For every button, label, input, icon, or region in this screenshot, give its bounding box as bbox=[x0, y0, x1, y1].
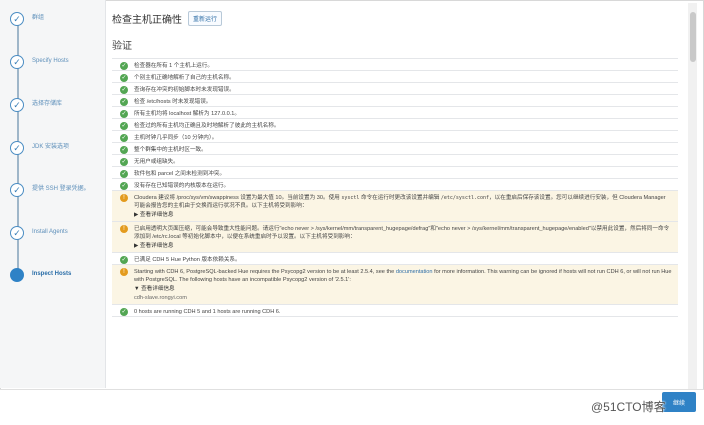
view-details-toggle[interactable]: ▶ 查看详细信息 bbox=[134, 211, 672, 219]
warning-row-psycopg2: ! Starting with CDH 6, PostgreSQL-backed… bbox=[112, 265, 678, 305]
warning-text-part: Starting with CDH 6, PostgreSQL-backed H… bbox=[134, 268, 395, 275]
success-check-icon: ✓ bbox=[120, 110, 128, 118]
check-text: 软件包和 parcel 之间未检测到冲突。 bbox=[134, 170, 226, 177]
step-label: Install Agents bbox=[32, 229, 68, 235]
step-inspect-hosts[interactable]: Inspect Hosts bbox=[10, 268, 104, 282]
check-row: ✓ 整个群集中的主机时区一致。 bbox=[112, 143, 678, 155]
step-install-agents[interactable]: ✓ Install Agents bbox=[10, 226, 104, 240]
check-icon: ✓ bbox=[10, 183, 24, 197]
check-icon: ✓ bbox=[10, 141, 24, 155]
documentation-link[interactable]: documentation bbox=[396, 269, 433, 275]
success-check-icon: ✓ bbox=[120, 62, 128, 70]
wizard-sidebar: ✓ 群组 ✓ Specify Hosts ✓ 选择存储库 ✓ JDK 安装选项 … bbox=[0, 0, 106, 388]
check-row: ✓ 已满足 CDH 5 Hue Python 版本依赖关系。 bbox=[112, 253, 678, 265]
scrollbar-thumb[interactable] bbox=[690, 12, 696, 62]
check-text: 检查 /etc/hosts 时未发现错误。 bbox=[134, 98, 212, 105]
step-cluster[interactable]: ✓ 群组 bbox=[10, 12, 104, 26]
check-text: 所有主机均将 localhost 解析为 127.0.0.1。 bbox=[134, 110, 241, 117]
check-text: 0 hosts are running CDH 5 and 1 hosts ar… bbox=[134, 308, 281, 315]
check-row: ✓ 所有主机均将 localhost 解析为 127.0.0.1。 bbox=[112, 107, 678, 119]
check-icon: ✓ bbox=[10, 98, 24, 112]
step-label: Inspect Hosts bbox=[32, 271, 72, 277]
check-text: 已满足 CDH 5 Hue Python 版本依赖关系。 bbox=[134, 256, 241, 263]
check-row: ✓ 0 hosts are running CDH 5 and 1 hosts a… bbox=[112, 305, 678, 317]
watermark: @51CTO博客 bbox=[591, 400, 666, 414]
warning-icon: ! bbox=[120, 268, 128, 276]
code-snippet: /etc/sysctl.conf bbox=[440, 194, 490, 201]
check-text: 检查过的所有主机均正确且及时地解析了彼此的主机名称。 bbox=[134, 122, 280, 129]
check-row: ✓ 检查 /etc/hosts 时未发现错误。 bbox=[112, 95, 678, 107]
validation-list: ✓ 检查器在所有 1 个主机上运行。 ✓ 个别主机正确地解析了自己的主机名称。 ✓ 查… bbox=[112, 58, 678, 317]
success-check-icon: ✓ bbox=[120, 256, 128, 264]
check-text: 整个群集中的主机时区一致。 bbox=[134, 146, 207, 153]
check-row: ✓ 查询存在冲突的初始脚本时未发现错误。 bbox=[112, 83, 678, 95]
check-row: ✓ 没有存在已知错误的内核版本在运行。 bbox=[112, 179, 678, 191]
warning-row-transparent-hugepage: ! 已启用透明大页面压缩，可能会导致重大性能问题。请运行"echo never … bbox=[112, 222, 678, 253]
check-text: 个别主机正确地解析了自己的主机名称。 bbox=[134, 74, 235, 81]
success-check-icon: ✓ bbox=[120, 182, 128, 190]
warning-icon: ! bbox=[120, 194, 128, 202]
step-label: JDK 安装选项 bbox=[32, 144, 70, 150]
check-row: ✓ 主机时钟几乎同步（10 分钟内）。 bbox=[112, 131, 678, 143]
success-check-icon: ✓ bbox=[120, 74, 128, 82]
warning-text-part: Cloudera 建议将 /proc/sys/vm/swappiness 设置为… bbox=[134, 194, 340, 201]
success-check-icon: ✓ bbox=[120, 86, 128, 94]
check-text: 检查器在所有 1 个主机上运行。 bbox=[134, 62, 213, 69]
check-text: 查询存在冲突的初始脚本时未发现错误。 bbox=[134, 86, 235, 93]
continue-button[interactable]: 继续 bbox=[662, 392, 696, 412]
section-title: 验证 bbox=[112, 41, 132, 52]
step-jdk-options[interactable]: ✓ JDK 安装选项 bbox=[10, 141, 104, 155]
step-select-repository[interactable]: ✓ 选择存储库 bbox=[10, 98, 104, 112]
check-row: ✓ 软件包和 parcel 之间未检测到冲突。 bbox=[112, 167, 678, 179]
warning-icon: ! bbox=[120, 225, 128, 233]
step-specify-hosts[interactable]: ✓ Specify Hosts bbox=[10, 55, 104, 69]
rerun-button[interactable]: 重新运行 bbox=[188, 10, 223, 26]
step-label: 群组 bbox=[32, 15, 45, 21]
success-check-icon: ✓ bbox=[120, 170, 128, 178]
success-check-icon: ✓ bbox=[120, 98, 128, 106]
check-icon: ✓ bbox=[10, 55, 24, 69]
check-row: ✓ 无用户或组缺失。 bbox=[112, 155, 678, 167]
check-row: ✓ 检查器在所有 1 个主机上运行。 bbox=[112, 59, 678, 71]
code-snippet: sysctl bbox=[341, 194, 360, 201]
check-text: 主机时钟几乎同步（10 分钟内）。 bbox=[134, 134, 218, 141]
success-check-icon: ✓ bbox=[120, 122, 128, 130]
check-text: 没有存在已知错误的内核版本在运行。 bbox=[134, 182, 230, 189]
warning-text-part: 已启用透明大页面压缩，可能会导致重大性能问题。请运行"echo never > … bbox=[134, 225, 670, 240]
success-check-icon: ✓ bbox=[120, 308, 128, 316]
current-step-icon bbox=[10, 268, 24, 282]
step-ssh-credentials[interactable]: ✓ 提供 SSH 登录凭据。 bbox=[10, 183, 104, 197]
step-label: 提供 SSH 登录凭据。 bbox=[32, 186, 90, 192]
warning-text: 已启用透明大页面压缩，可能会导致重大性能问题。请运行"echo never > … bbox=[134, 225, 672, 250]
warning-row-swappiness: ! Cloudera 建议将 /proc/sys/vm/swappiness 设… bbox=[112, 191, 678, 222]
check-text: 无用户或组缺失。 bbox=[134, 158, 179, 165]
page-header: 检查主机正确性 重新运行 bbox=[112, 8, 682, 28]
step-label: 选择存储库 bbox=[32, 101, 63, 107]
success-check-icon: ✓ bbox=[120, 158, 128, 166]
success-check-icon: ✓ bbox=[120, 134, 128, 142]
warning-text: Starting with CDH 6, PostgreSQL-backed H… bbox=[134, 268, 672, 302]
view-details-toggle[interactable]: ▼ 查看详细信息 bbox=[134, 285, 672, 293]
step-label: Specify Hosts bbox=[32, 58, 69, 64]
check-row: ✓ 个别主机正确地解析了自己的主机名称。 bbox=[112, 71, 678, 83]
main-content: 检查主机正确性 重新运行 验证 ✓ 检查器在所有 1 个主机上运行。 ✓ 个别主机正… bbox=[112, 8, 682, 388]
success-check-icon: ✓ bbox=[120, 146, 128, 154]
check-row: ✓ 检查过的所有主机均正确且及时地解析了彼此的主机名称。 bbox=[112, 119, 678, 131]
warning-text-part: 命令在运行时更改该设置并编辑 bbox=[360, 194, 440, 201]
affected-host: cdh-slave.rongyi.com bbox=[134, 294, 187, 301]
view-details-toggle[interactable]: ▶ 查看详细信息 bbox=[134, 242, 672, 250]
warning-text: Cloudera 建议将 /proc/sys/vm/swappiness 设置为… bbox=[134, 194, 672, 219]
check-icon: ✓ bbox=[10, 226, 24, 240]
check-icon: ✓ bbox=[10, 12, 24, 26]
page-title: 检查主机正确性 bbox=[112, 14, 182, 26]
